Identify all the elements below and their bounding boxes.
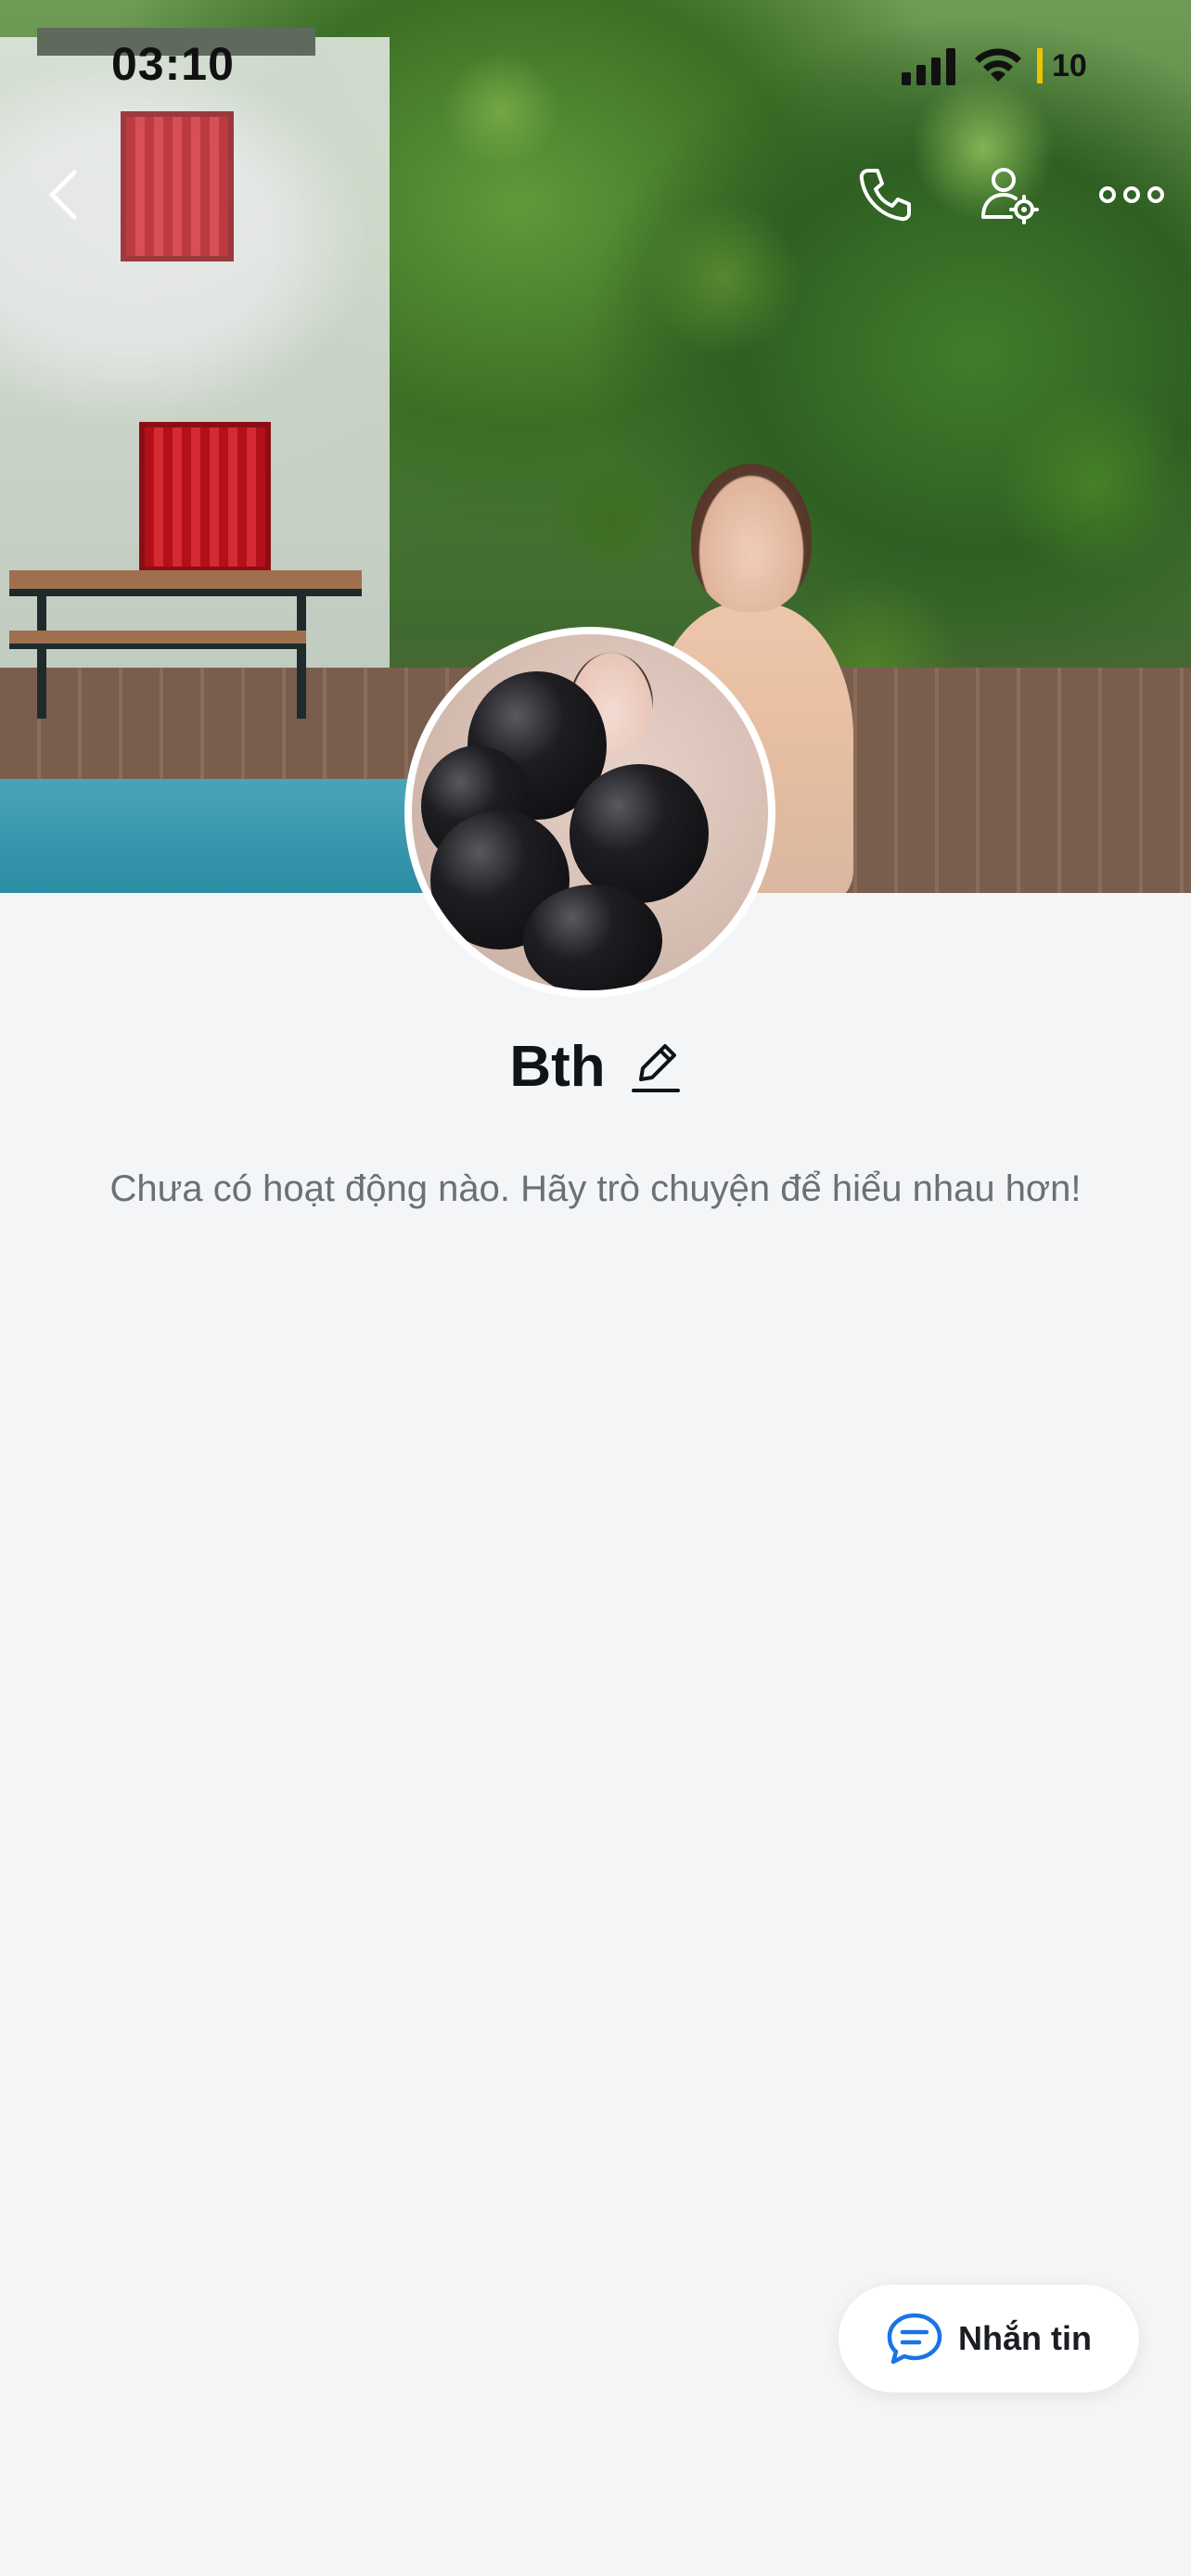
user-settings-button[interactable] [972, 158, 1046, 232]
cover-table [9, 570, 362, 596]
status-bar: 03:10 10 [0, 0, 1191, 130]
profile-name-row: Bth [0, 1029, 1191, 1103]
balloon [523, 885, 662, 990]
phone-icon [859, 169, 911, 222]
send-message-label: Nhắn tin [958, 2319, 1092, 2357]
chevron-left-icon [49, 170, 77, 220]
wifi-icon [975, 48, 1021, 82]
more-horizontal-icon [1099, 186, 1164, 203]
empty-activity-message: Chưa có hoạt động nào. Hãy trò chuyện để… [109, 1168, 1082, 1209]
cover-person-head [691, 464, 812, 612]
cover-table-leg [37, 589, 46, 719]
chat-bubble-icon [887, 2313, 942, 2365]
status-time: 03:10 [111, 38, 235, 90]
cellular-signal-icon [902, 48, 955, 85]
user-gear-icon [981, 168, 1039, 224]
profile-name: Bth [509, 1034, 606, 1099]
avatar-photo [412, 634, 768, 990]
edit-name-button[interactable] [630, 1039, 682, 1094]
battery-indicator: 10 [1037, 48, 1104, 83]
cover-bench [9, 631, 306, 649]
send-message-button[interactable]: Nhắn tin [839, 2285, 1139, 2392]
cover-window [139, 422, 271, 572]
back-button[interactable] [26, 158, 100, 232]
cover-window [121, 111, 234, 261]
cover-pool [0, 779, 445, 893]
call-button[interactable] [848, 158, 922, 232]
balloon [570, 764, 709, 903]
more-options-button[interactable] [1095, 158, 1169, 232]
pencil-icon [631, 1044, 680, 1092]
avatar[interactable] [404, 627, 775, 998]
cover-table-leg [297, 589, 306, 719]
